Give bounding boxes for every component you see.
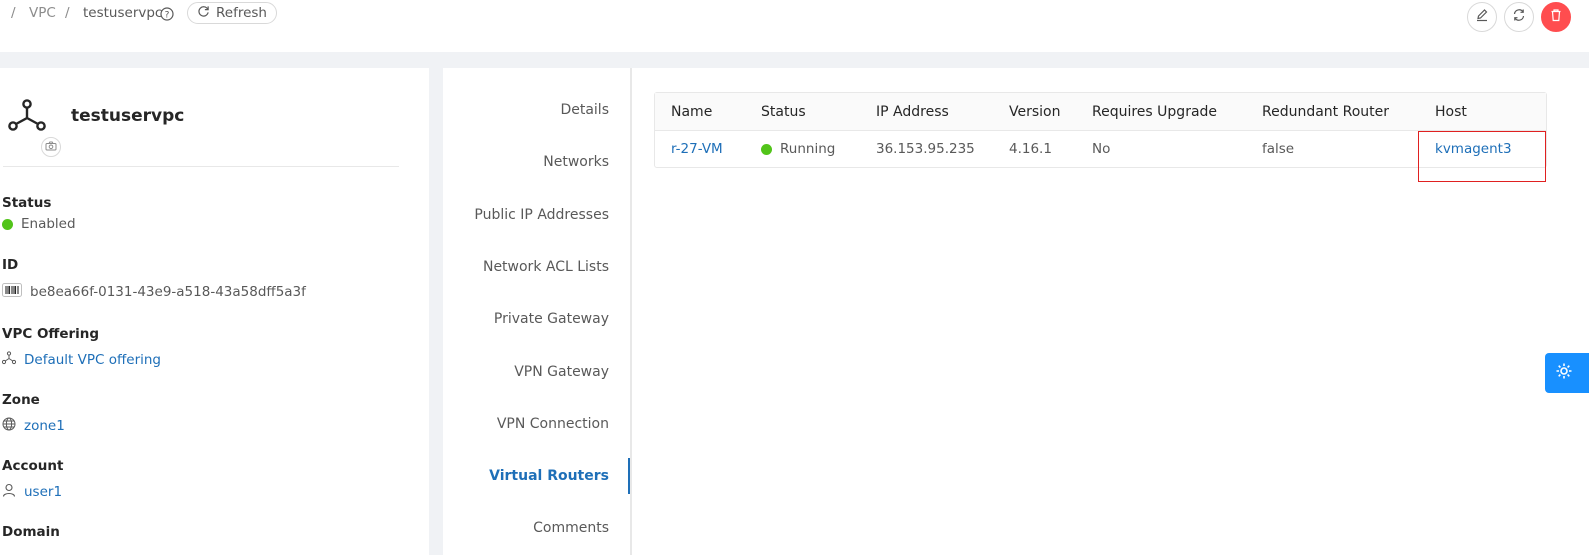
settings-drawer-button[interactable] <box>1545 353 1589 393</box>
barcode-icon[interactable] <box>2 283 22 301</box>
delete-icon <box>1549 8 1563 26</box>
tab-vpn-connection[interactable]: VPN Connection <box>497 416 609 432</box>
account-link[interactable]: user1 <box>24 484 62 500</box>
detail-tabs-panel: Details Networks Public IP Addresses Net… <box>443 68 1589 555</box>
active-tab-indicator <box>628 458 630 494</box>
svg-text:?: ? <box>165 11 170 21</box>
tab-details[interactable]: Details <box>560 102 609 118</box>
host-highlight-box <box>1418 131 1546 182</box>
zone-link[interactable]: zone1 <box>24 418 65 434</box>
tab-vpn-gateway[interactable]: VPN Gateway <box>514 364 609 380</box>
breadcrumb-current: testuservpc <box>83 5 163 21</box>
status-dot-icon <box>761 143 772 155</box>
router-redundant-cell: false <box>1262 141 1295 157</box>
status-label: Status <box>2 195 52 211</box>
tab-public-ip-addresses[interactable]: Public IP Addresses <box>474 207 609 223</box>
router-requires-upgrade-cell: No <box>1092 141 1111 157</box>
router-name-cell: r-27-VM <box>671 141 723 157</box>
upload-icon-button[interactable] <box>41 137 61 157</box>
sync-icon <box>1512 8 1526 26</box>
globe-icon <box>2 417 16 435</box>
tab-private-gateway[interactable]: Private Gateway <box>494 311 609 327</box>
column-header-version[interactable]: Version <box>1009 104 1060 120</box>
router-status-cell: Running <box>761 141 835 157</box>
edit-icon <box>1475 8 1489 26</box>
sync-button[interactable] <box>1504 2 1534 32</box>
status-text: Enabled <box>21 216 76 232</box>
column-header-ip-address[interactable]: IP Address <box>876 104 949 120</box>
breadcrumb-vpc-link[interactable]: VPC <box>29 5 56 21</box>
vpc-offering-label: VPC Offering <box>2 326 100 342</box>
vpc-offering-link[interactable]: Default VPC offering <box>24 352 161 368</box>
gear-icon <box>1555 362 1573 384</box>
zone-label: Zone <box>2 392 40 408</box>
reload-icon <box>197 5 210 22</box>
tab-comments[interactable]: Comments <box>533 520 609 536</box>
id-value: be8ea66f-0131-43e9-a518-43a58dff5a3f <box>2 283 306 301</box>
divider <box>3 166 399 167</box>
column-header-redundant-router[interactable]: Redundant Router <box>1262 104 1389 120</box>
zone-value: zone1 <box>2 417 65 435</box>
table-header: Name Status IP Address Version Requires … <box>655 93 1546 131</box>
breadcrumb-separator: / <box>11 5 16 21</box>
question-circle-icon[interactable]: ? <box>160 7 174 25</box>
delete-button[interactable] <box>1541 2 1571 32</box>
edit-button[interactable] <box>1467 2 1497 32</box>
router-name-link[interactable]: r-27-VM <box>671 141 723 157</box>
id-text: be8ea66f-0131-43e9-a518-43a58dff5a3f <box>30 284 306 300</box>
column-header-host[interactable]: Host <box>1435 104 1467 120</box>
column-header-name[interactable]: Name <box>671 104 712 120</box>
refresh-label: Refresh <box>216 5 267 21</box>
column-header-status[interactable]: Status <box>761 104 806 120</box>
vpc-offering-value: Default VPC offering <box>1 351 161 369</box>
account-value: user1 <box>2 483 62 501</box>
router-status-text: Running <box>780 141 836 157</box>
virtual-routers-table: Name Status IP Address Version Requires … <box>654 92 1547 168</box>
camera-icon <box>45 139 57 155</box>
vpc-network-icon <box>8 99 46 137</box>
network-icon <box>1 351 17 369</box>
router-ip-cell: 36.153.95.235 <box>876 141 975 157</box>
top-bar: / VPC / testuservpc ? Refresh <box>0 0 1589 52</box>
column-header-requires-upgrade[interactable]: Requires Upgrade <box>1092 104 1217 120</box>
id-label: ID <box>2 257 19 273</box>
tab-network-acl-lists[interactable]: Network ACL Lists <box>483 259 609 275</box>
tab-virtual-routers[interactable]: Virtual Routers <box>489 468 609 484</box>
domain-label: Domain <box>2 524 60 540</box>
vpc-info-panel: testuservpc Status Enabled ID be8ea66f-0… <box>0 68 429 555</box>
vpc-name: testuservpc <box>71 106 185 126</box>
tab-networks[interactable]: Networks <box>543 154 609 170</box>
status-value: Enabled <box>2 216 76 232</box>
refresh-button[interactable]: Refresh <box>187 2 277 24</box>
breadcrumb-separator: / <box>65 5 70 21</box>
user-icon <box>2 483 16 501</box>
tab-list: Details Networks Public IP Addresses Net… <box>443 68 632 555</box>
status-dot-icon <box>2 218 13 230</box>
router-version-cell: 4.16.1 <box>1009 141 1052 157</box>
account-label: Account <box>2 458 64 474</box>
